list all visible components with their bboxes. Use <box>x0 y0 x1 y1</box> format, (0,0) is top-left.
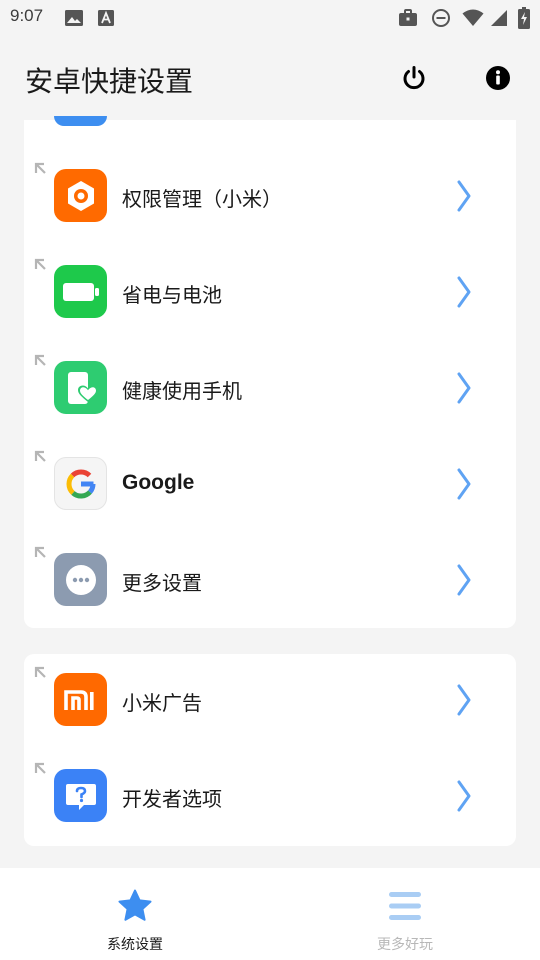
power-icon[interactable] <box>400 64 428 92</box>
info-icon[interactable] <box>484 64 512 92</box>
signal-icon <box>491 10 507 26</box>
list-item-mi-ads[interactable]: 小米广告 <box>24 654 516 750</box>
shortcut-arrow-icon <box>34 762 46 774</box>
chevron-right-icon <box>457 780 471 812</box>
phone-heart-icon <box>54 361 107 414</box>
shortcut-arrow-icon <box>34 450 46 462</box>
menu-icon <box>389 892 421 920</box>
shortcut-arrow-icon <box>34 546 46 558</box>
image-icon <box>65 10 83 26</box>
briefcase-icon <box>399 9 417 26</box>
app-bar: 安卓快捷设置 <box>0 36 540 120</box>
list-item-developer-options[interactable]: 开发者选项 <box>24 750 516 846</box>
nav-tab-more-fun[interactable]: 更多好玩 <box>270 868 540 960</box>
chevron-right-icon <box>457 276 471 308</box>
wifi-icon <box>462 9 484 26</box>
settings-group-2: 小米广告 开发者选项 <box>24 654 516 846</box>
battery-icon <box>54 265 107 318</box>
nav-tab-system-settings[interactable]: 系统设置 <box>0 868 270 960</box>
list-item-more-settings[interactable]: 更多设置 <box>24 534 516 630</box>
list-item-battery[interactable]: 省电与电池 <box>24 246 516 342</box>
chevron-right-icon <box>457 468 471 500</box>
partial-item-tile <box>54 116 107 126</box>
battery-charging-icon <box>518 7 530 29</box>
permission-hexagon-icon <box>54 169 107 222</box>
more-dots-icon <box>54 553 107 606</box>
list-item-label: 省电与电池 <box>122 283 222 307</box>
star-icon <box>118 889 152 921</box>
font-icon <box>98 10 114 26</box>
help-bubble-icon <box>54 769 107 822</box>
shortcut-arrow-icon <box>34 258 46 270</box>
shortcut-arrow-icon <box>34 666 46 678</box>
dnd-icon <box>432 9 450 27</box>
status-bar: 9:07 <box>0 0 540 36</box>
chevron-right-icon <box>457 684 471 716</box>
list-item-label: Google <box>122 471 195 494</box>
page-title: 安卓快捷设置 <box>25 65 194 98</box>
nav-tab-label: 系统设置 <box>107 937 163 953</box>
list-item-google[interactable]: Google <box>24 438 516 534</box>
bottom-navigation: 系统设置 更多好玩 <box>0 868 540 960</box>
list-item-label: 小米广告 <box>122 691 202 715</box>
list-item-label: 开发者选项 <box>122 787 222 811</box>
nav-tab-label: 更多好玩 <box>377 937 433 953</box>
list-item-label: 更多设置 <box>122 571 202 595</box>
shortcut-arrow-icon <box>34 354 46 366</box>
google-icon <box>54 457 107 510</box>
status-time: 9:07 <box>10 6 44 25</box>
chevron-right-icon <box>457 372 471 404</box>
list-item-digital-wellbeing[interactable]: 健康使用手机 <box>24 342 516 438</box>
chevron-right-icon <box>457 180 471 212</box>
shortcut-arrow-icon <box>34 162 46 174</box>
list-item-label: 权限管理（小米） <box>122 187 282 211</box>
settings-group-1: 权限管理（小米） 省电与电池 健康使用手机 Google 更多设置 <box>24 116 516 630</box>
list-item-label: 健康使用手机 <box>122 379 242 403</box>
chevron-right-icon <box>457 564 471 596</box>
list-item-permission[interactable]: 权限管理（小米） <box>24 150 516 246</box>
mi-logo-icon <box>54 673 107 726</box>
